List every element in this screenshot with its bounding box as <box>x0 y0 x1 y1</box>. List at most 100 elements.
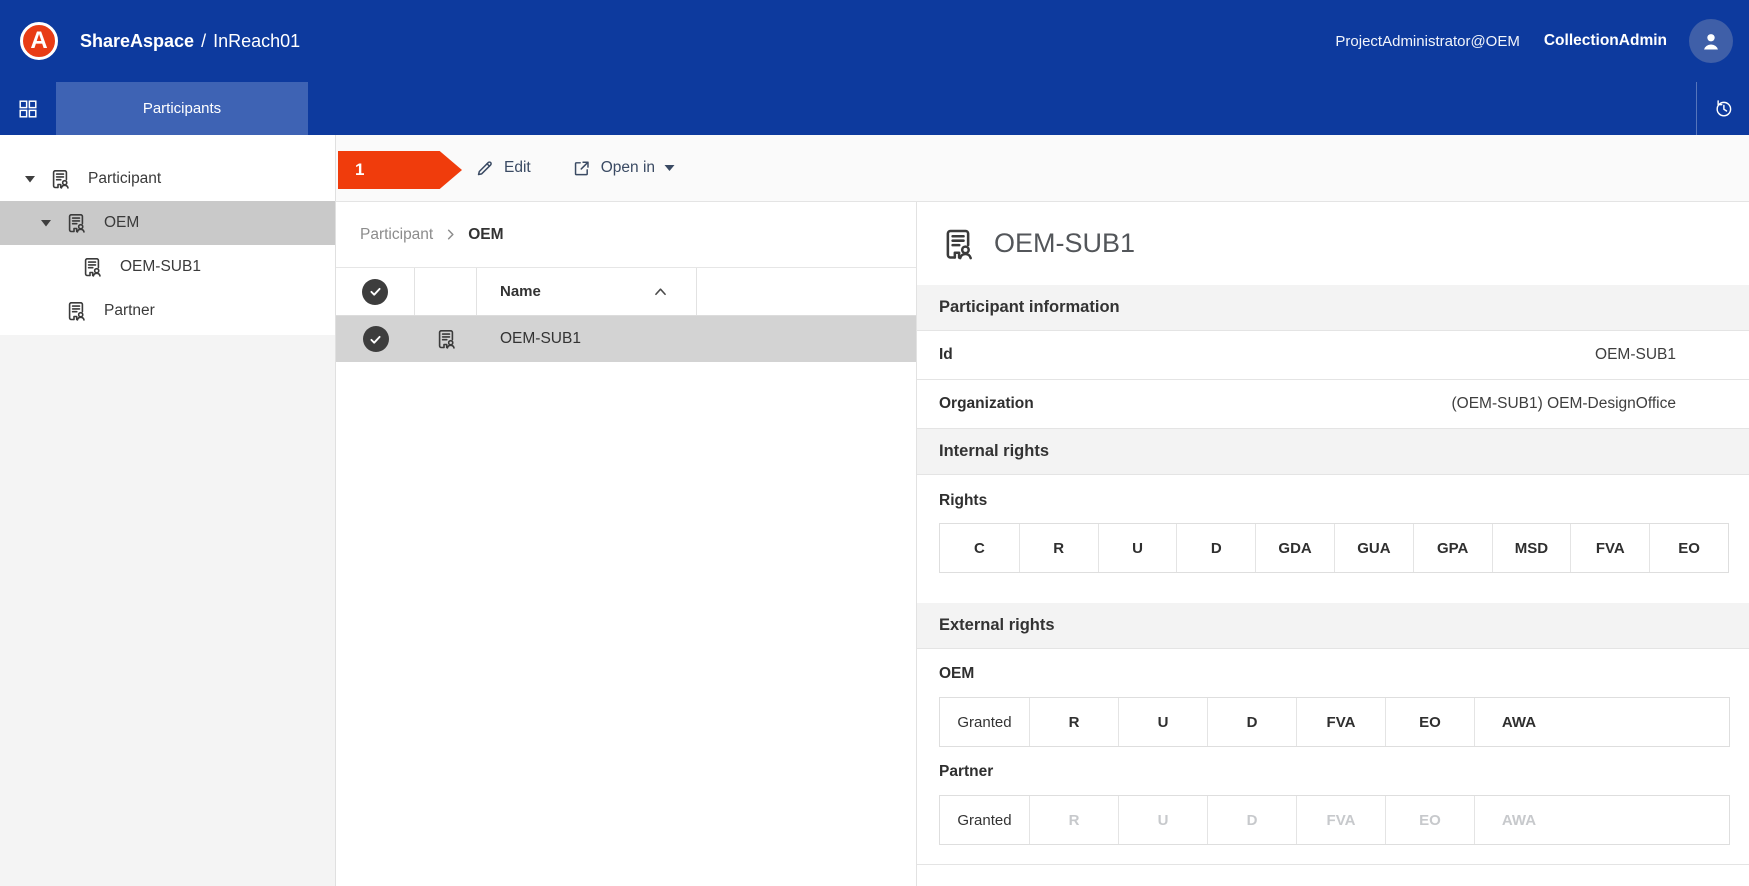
external-group-label-oem: OEM <box>939 665 975 682</box>
tree-item-label: Partner <box>104 302 155 319</box>
right-cell: R <box>1018 524 1098 572</box>
tree-item-oem[interactable]: OEM <box>0 201 335 245</box>
dropdown-caret-icon <box>664 165 675 171</box>
tab-label: Participants <box>142 100 222 117</box>
participant-details-panel: OEM-SUB1 Participant information Id OEM-… <box>916 202 1749 886</box>
content-area: Participant OEM OEM-SUB1 Partner 1 Edit … <box>0 135 1749 886</box>
participant-tree-sidebar: Participant OEM OEM-SUB1 Partner <box>0 135 336 886</box>
details-title: OEM-SUB1 <box>994 228 1136 258</box>
participant-icon <box>438 329 455 349</box>
row-name-cell: OEM-SUB1 <box>477 316 697 362</box>
workspace-name: InReach01 <box>213 30 301 51</box>
check-icon <box>370 335 381 344</box>
field-value: OEM-SUB1 <box>1595 346 1676 363</box>
section-label: External rights <box>939 616 1055 634</box>
type-icon-column <box>415 268 477 315</box>
rights-label: Rights <box>939 492 988 509</box>
annotation-step-arrow: 1 <box>338 151 462 189</box>
tree-item-partner[interactable]: Partner <box>0 289 335 333</box>
internal-rights-table: C R U D GDA GUA GPA MSD FVA EO <box>939 523 1729 573</box>
participant-icon <box>946 229 972 259</box>
right-cell-disabled: U <box>1118 796 1207 844</box>
history-icon <box>1715 100 1731 117</box>
tree-item-label: OEM <box>104 214 140 231</box>
participant-icon <box>68 301 85 321</box>
field-label: Organization <box>939 395 1034 412</box>
current-role: CollectionAdmin <box>1543 32 1667 49</box>
select-all-column <box>336 268 415 315</box>
annotation-number: 1 <box>355 160 365 179</box>
title-divider: / <box>201 30 207 51</box>
sort-ascending-icon[interactable] <box>653 286 668 297</box>
logo-letter: A <box>30 27 48 54</box>
expand-caret-icon[interactable] <box>36 219 56 227</box>
module-nav: Participants <box>0 82 1749 135</box>
right-cell-disabled: FVA <box>1296 796 1385 844</box>
external-group-label-partner: Partner <box>939 763 994 780</box>
edit-label: Edit <box>504 159 531 176</box>
expand-caret-icon[interactable] <box>20 175 40 183</box>
participant-tree: Participant OEM OEM-SUB1 Partner <box>0 135 335 335</box>
open-in-label: Open in <box>600 159 656 176</box>
history-button[interactable] <box>1697 82 1749 135</box>
user-avatar[interactable] <box>1689 19 1733 63</box>
header-right: ProjectAdministrator@OEM CollectionAdmin <box>1335 19 1749 63</box>
participant-icon <box>68 214 85 233</box>
row-select-cell <box>336 316 415 362</box>
field-row-id: Id OEM-SUB1 <box>917 331 1749 380</box>
right-cell-disabled: EO <box>1385 796 1474 844</box>
right-cell: EO <box>1649 524 1728 572</box>
command-toolbar: 1 Edit Open in <box>336 135 1749 202</box>
row-checkbox[interactable] <box>362 326 389 352</box>
section-label: Internal rights <box>939 442 1050 460</box>
main-area: 1 Edit Open in Participant OEM Name OEM-… <box>336 135 1749 886</box>
external-rights-table-partner: Granted R U D FVA EO AWA <box>939 795 1730 845</box>
right-cell-disabled: R <box>1029 796 1118 844</box>
right-cell: U <box>1097 524 1177 572</box>
participant-icon <box>52 170 69 189</box>
right-cell-disabled: D <box>1207 796 1296 844</box>
brand-name: ShareAspace <box>80 30 195 51</box>
participant-icon <box>84 257 101 277</box>
tree-item-participant[interactable]: Participant <box>0 157 335 201</box>
granted-cell: Granted <box>957 811 1012 829</box>
right-cell: GPA <box>1412 524 1492 572</box>
tree-item-label: OEM-SUB1 <box>120 258 201 275</box>
nav-right <box>1696 82 1749 135</box>
row-type-cell <box>415 316 477 362</box>
tab-participants[interactable]: Participants <box>56 82 308 135</box>
participant-list-panel: Participant OEM Name OEM-SUB1 <box>336 202 916 886</box>
breadcrumb-current: OEM <box>468 225 504 243</box>
right-cell: AWA <box>1474 698 1563 746</box>
select-all-checkbox[interactable] <box>362 278 388 305</box>
right-cell: FVA <box>1296 698 1385 746</box>
check-icon <box>369 287 381 296</box>
section-external-rights: External rights <box>917 603 1749 649</box>
tree-item-oem-sub1[interactable]: OEM-SUB1 <box>0 245 335 289</box>
open-in-button[interactable]: Open in <box>571 158 675 179</box>
breadcrumb: Participant OEM <box>336 202 916 268</box>
name-column-label: Name <box>500 283 541 300</box>
table-row-oem-sub1[interactable]: OEM-SUB1 <box>336 316 916 362</box>
details-header: OEM-SUB1 <box>939 202 1749 285</box>
edit-button[interactable]: Edit <box>474 158 531 179</box>
external-rights-table-oem: Granted R U D FVA EO AWA <box>939 697 1730 747</box>
section-internal-rights: Internal rights <box>917 429 1749 475</box>
table-header: Name <box>336 268 916 316</box>
breadcrumb-parent[interactable]: Participant <box>360 226 433 244</box>
pencil-icon <box>477 160 492 175</box>
current-user: ProjectAdministrator@OEM <box>1335 32 1520 50</box>
section-participant-information: Participant information <box>917 285 1749 331</box>
apps-grid-button[interactable] <box>0 82 56 135</box>
right-cell: MSD <box>1491 524 1571 572</box>
details-footer-divider <box>917 864 1749 865</box>
shareaspace-app: A ShareAspace / InReach01 ProjectAdminis… <box>0 0 1749 886</box>
right-cell: D <box>1207 698 1296 746</box>
name-column-header[interactable]: Name <box>477 268 697 315</box>
section-label: Participant information <box>939 298 1120 316</box>
right-cell: C <box>973 539 985 557</box>
right-cell: GDA <box>1255 524 1334 572</box>
app-header: A ShareAspace / InReach01 ProjectAdminis… <box>0 0 1749 82</box>
right-cell: D <box>1176 524 1255 572</box>
field-label: Id <box>939 346 953 363</box>
